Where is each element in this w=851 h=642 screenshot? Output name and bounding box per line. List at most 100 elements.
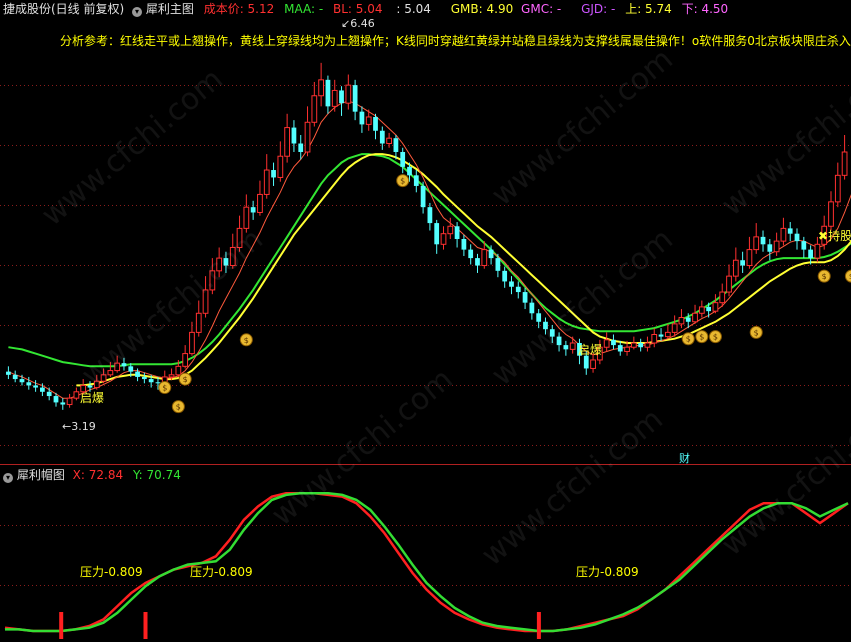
dropdown-icon[interactable]: ▾ — [3, 473, 13, 483]
low-price-label: ←3.19 — [62, 420, 96, 433]
candle-body — [386, 137, 392, 144]
lower-indicator-name[interactable]: 犀利帽图 — [17, 468, 65, 482]
candle-body — [6, 371, 11, 375]
pressure-marker — [59, 612, 64, 639]
candle-body — [40, 387, 45, 392]
candle-body — [617, 345, 623, 352]
dropdown-icon[interactable]: ▾ — [132, 7, 143, 17]
candle-body — [808, 249, 813, 259]
candle-body — [263, 169, 270, 195]
candle-body — [651, 334, 658, 344]
candle-body — [447, 225, 454, 235]
candle-body — [638, 342, 644, 348]
low-price-value: 3.19 — [71, 420, 96, 433]
candle-body — [481, 249, 488, 267]
candle-body — [515, 286, 521, 293]
high-price-value: 6.46 — [350, 17, 375, 30]
candle-body — [216, 257, 223, 272]
cai-marker: 财 — [679, 452, 690, 465]
candle-body — [339, 90, 344, 104]
candle-body — [461, 239, 467, 250]
money-bag-symbol: $ — [713, 333, 718, 342]
money-bag-symbol: $ — [183, 375, 188, 384]
candle-body — [664, 331, 671, 338]
candle-body — [87, 385, 93, 388]
x-label: X: — [72, 468, 89, 482]
series-x-line — [4, 491, 849, 633]
candle-body — [100, 374, 107, 382]
candle-body — [359, 111, 365, 125]
pressure-label: 压力-0.809 — [576, 565, 639, 579]
money-bag-symbol: $ — [244, 336, 249, 345]
pressure-label: 压力-0.809 — [190, 565, 253, 579]
candle-body — [148, 379, 154, 383]
candle-body — [780, 227, 787, 242]
candle-body — [393, 138, 399, 152]
candle-body — [434, 223, 440, 245]
hold-signal-text: 持股 — [828, 229, 851, 243]
cost-value: 5.12 — [247, 2, 275, 16]
candle-body — [345, 84, 352, 104]
lower-header: ▾ 犀利帽图 X: 72.84 Y: 70.74 — [3, 467, 181, 483]
money-bag-symbol: $ — [822, 272, 827, 281]
money-bag-symbol: $ — [686, 335, 691, 344]
candle-body — [685, 317, 691, 322]
gmc-value: GMC: - — [521, 2, 562, 16]
candle-body — [773, 240, 780, 253]
candle-body — [236, 227, 243, 248]
candle-body — [712, 302, 719, 312]
pressure-marker — [143, 612, 148, 639]
candle-body — [536, 313, 542, 322]
candle-body — [250, 207, 256, 213]
money-bag-symbol: $ — [754, 328, 759, 337]
stock-title[interactable]: 捷成股份(日线 前复权) — [3, 2, 124, 16]
lower-panel-lines — [4, 491, 849, 633]
candle-body — [66, 397, 73, 406]
candle-body — [141, 376, 147, 380]
upper-label: 上: — [625, 2, 646, 16]
candle-body — [33, 385, 38, 388]
candle-body — [624, 346, 630, 352]
candle-body — [284, 127, 291, 157]
candle-body — [814, 243, 821, 259]
candle-body — [413, 175, 419, 186]
y-value: 70.74 — [146, 468, 181, 482]
candle-body — [549, 329, 555, 337]
candle-body — [189, 331, 195, 355]
candle-body — [420, 185, 426, 208]
candle-body — [195, 312, 202, 333]
candle-body — [114, 362, 121, 372]
candle-body — [502, 270, 508, 282]
candle-body — [801, 241, 807, 250]
candle-body — [644, 342, 651, 348]
chart-canvas[interactable]: $$$$$$$$$$$ — [0, 0, 851, 642]
candle-body — [19, 379, 25, 383]
green-line — [8, 153, 851, 368]
candle-body — [291, 127, 297, 144]
candle-body — [671, 323, 678, 333]
candle-body — [53, 396, 59, 403]
gjd-value: GJD: - — [581, 2, 616, 16]
candle-body — [298, 143, 304, 152]
pressure-label: 压力-0.809 — [80, 565, 143, 579]
candle-body — [767, 244, 773, 252]
candle-body — [60, 402, 66, 405]
candle-body — [706, 306, 712, 312]
candle-body — [509, 281, 514, 287]
candlesticks — [6, 62, 848, 410]
start-signal-label: 启爆 — [578, 343, 603, 357]
candle-body — [379, 130, 385, 144]
candle-body — [128, 366, 134, 372]
candle-body — [834, 174, 841, 203]
gmb-value: GMB: 4.90 — [450, 2, 514, 16]
candle-body — [277, 155, 284, 178]
high-price-label: ↙6.46 — [341, 17, 375, 30]
upper-value: 5.74 — [645, 2, 672, 16]
candle-body — [182, 353, 189, 367]
candle-body — [46, 391, 52, 397]
candle-body — [760, 236, 766, 245]
main-indicator-name[interactable]: 犀利主图 — [146, 2, 194, 16]
candle-body — [365, 116, 372, 125]
series-y-line — [5, 491, 849, 633]
money-bag-symbol: $ — [400, 177, 405, 186]
